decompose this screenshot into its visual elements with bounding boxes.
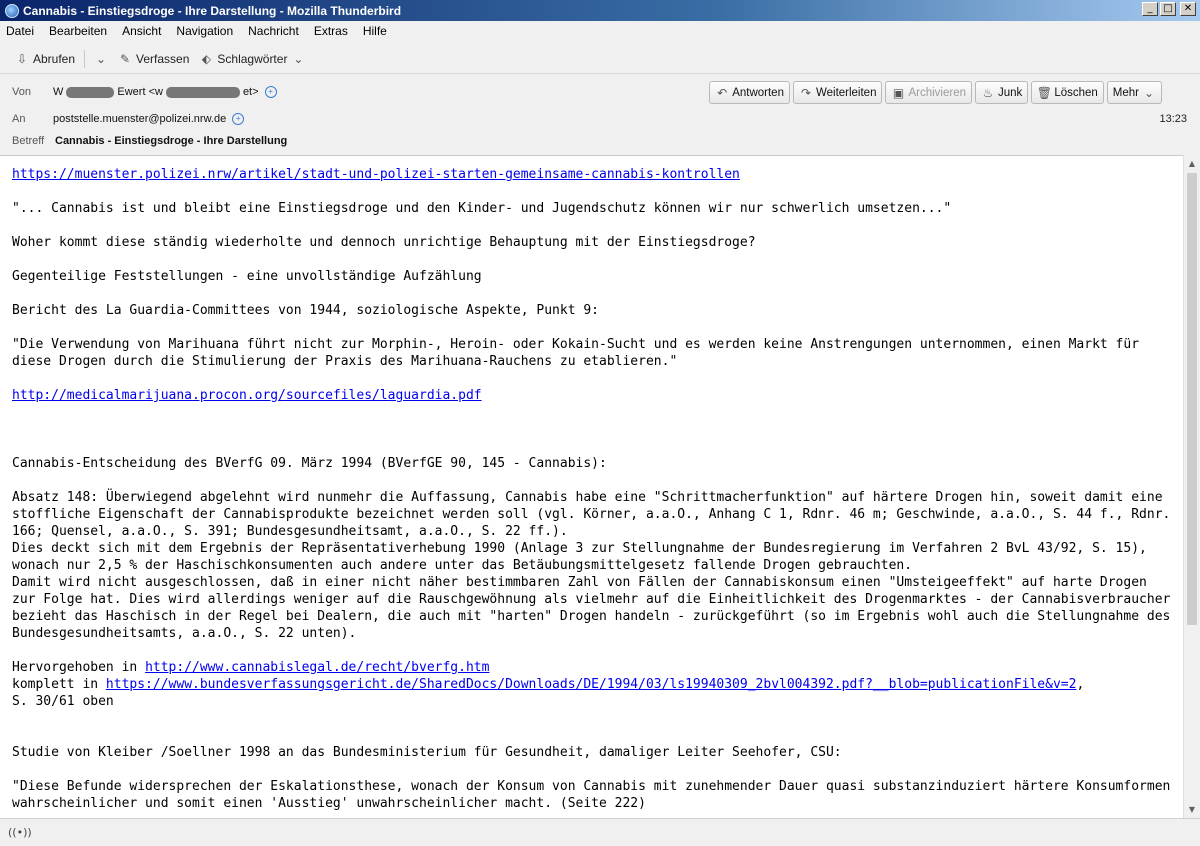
menu-bar: Datei Bearbeiten Ansicht Navigation Nach… <box>0 21 1200 41</box>
reply-label: Antworten <box>732 86 784 99</box>
chevron-down-icon: ⌄ <box>1143 85 1155 100</box>
title-bar: Cannabis - Einstiegsdroge - Ihre Darstel… <box>0 0 1200 21</box>
question-text: Woher kommt diese ständig wiederholte un… <box>12 235 756 250</box>
message-body[interactable]: https://muenster.polizei.nrw/artikel/sta… <box>0 155 1183 818</box>
get-messages-label: Abrufen <box>33 51 76 66</box>
write-label: Verfassen <box>136 51 190 66</box>
delete-label: Löschen <box>1054 86 1098 99</box>
chevron-down-icon: ⌄ <box>293 51 304 66</box>
chevron-down-icon: ⌄ <box>96 51 107 66</box>
more-label: Mehr <box>1112 86 1139 99</box>
vertical-scrollbar[interactable]: ▲ ▼ <box>1183 155 1200 818</box>
quote-police: "... Cannabis ist und bleibt eine Einsti… <box>12 201 952 216</box>
minimize-button[interactable]: _ <box>1142 2 1158 16</box>
get-messages-dropdown[interactable]: ⌄ <box>89 50 113 68</box>
subject-label: Betreff <box>12 135 45 147</box>
message-header: Von W Ewert <w et> + An poststelle.muenste… <box>0 75 1200 154</box>
highlight-prefix: Hervorgehoben in <box>12 660 146 675</box>
forward-label: Weiterleiten <box>815 86 877 99</box>
link-cannabislegal[interactable]: http://www.cannabislegal.de/recht/bverfg… <box>145 660 489 675</box>
laguardia-quote: "Die Verwendung von Marihuana führt nich… <box>12 337 1147 369</box>
write-button[interactable]: ✎ Verfassen <box>113 50 194 68</box>
forward-button[interactable]: ↷ Weiterleiten <box>792 81 883 104</box>
from-name-mid: Ewert <w <box>117 86 163 98</box>
redacted-block <box>165 86 240 98</box>
status-bar: ((•)) <box>0 818 1200 846</box>
link-bverfg-pdf[interactable]: https://www.bundesverfassungsgericht.de/… <box>106 677 1077 692</box>
menu-view[interactable]: Ansicht <box>122 24 161 38</box>
contact-icon[interactable]: + <box>264 86 277 98</box>
kleiber-intro: Studie von Kleiber /Soellner 1998 an das… <box>12 745 842 760</box>
pencil-icon: ✎ <box>120 51 131 66</box>
menu-message[interactable]: Nachricht <box>248 24 299 38</box>
page-reference: S. 30/61 oben <box>12 694 114 709</box>
link-suffix: , <box>1076 677 1085 692</box>
archive-icon: ▣ <box>892 85 905 100</box>
bverfg-intro: Cannabis-Entscheidung des BVerfG 09. Mär… <box>12 456 607 471</box>
download-icon: ⇩ <box>16 51 28 66</box>
contact-icon[interactable]: + <box>232 113 245 125</box>
reply-button[interactable]: ↶ Antworten <box>709 81 790 104</box>
scrollbar-thumb[interactable] <box>1187 173 1197 625</box>
kleiber-quote: "Diese Befunde widersprechen der Eskalat… <box>12 779 1179 811</box>
close-button[interactable]: ✕ <box>1180 2 1196 16</box>
message-text: https://muenster.polizei.nrw/artikel/sta… <box>12 166 1177 812</box>
flame-icon: ♨ <box>982 85 994 100</box>
redacted-block <box>66 86 115 98</box>
from-name-start: W <box>53 86 64 98</box>
reply-icon: ↶ <box>717 85 728 100</box>
wireless-icon[interactable]: ((•)) <box>8 826 32 839</box>
scroll-up-icon[interactable]: ▲ <box>1184 155 1200 172</box>
tags-label: Schlagwörter <box>217 51 288 66</box>
complete-prefix: komplett in <box>12 677 106 692</box>
window-controls: _ □ ✕ <box>1142 2 1196 16</box>
junk-button[interactable]: ♨ Junk <box>975 81 1029 104</box>
menu-help[interactable]: Hilfe <box>363 24 387 38</box>
menu-file[interactable]: Datei <box>6 24 34 38</box>
menu-tools[interactable]: Extras <box>314 24 348 38</box>
scroll-down-icon[interactable]: ▼ <box>1184 801 1200 818</box>
get-messages-button[interactable]: ⇩ Abrufen <box>10 50 80 68</box>
more-button[interactable]: Mehr ⌄ <box>1106 81 1162 104</box>
to-field[interactable]: poststelle.muenster@polizei.nrw.de + <box>53 113 245 125</box>
to-label: An <box>12 113 26 125</box>
tags-button[interactable]: ⬖ Schlagwörter ⌄ <box>194 50 310 68</box>
toolbar-divider <box>84 49 86 68</box>
section-heading: Gegenteilige Feststellungen - eine unvol… <box>12 269 482 284</box>
delete-button[interactable]: 🗑 Löschen <box>1031 81 1104 104</box>
menu-navigation[interactable]: Navigation <box>176 24 233 38</box>
from-label: Von <box>12 86 31 98</box>
archive-button[interactable]: ▣ Archivieren <box>885 81 973 104</box>
window-title: Cannabis - Einstiegsdroge - Ihre Darstel… <box>23 3 402 18</box>
subject-value: Cannabis - Einstiegsdroge - Ihre Darstel… <box>55 135 288 147</box>
trash-icon: 🗑 <box>1036 85 1052 100</box>
archive-label: Archivieren <box>908 86 967 99</box>
to-value: poststelle.muenster@polizei.nrw.de <box>53 113 227 125</box>
maximize-button[interactable]: □ <box>1160 2 1176 16</box>
laguardia-intro: Bericht des La Guardia-Committees von 19… <box>12 303 599 318</box>
message-time: 13:23 <box>1159 113 1187 125</box>
junk-label: Junk <box>998 86 1023 99</box>
menu-edit[interactable]: Bearbeiten <box>49 24 107 38</box>
bverfg-text: Absatz 148: Überwiegend abgelehnt wird n… <box>12 490 1171 641</box>
header-actions: ↶ Antworten ↷ Weiterleiten ▣ Archivieren… <box>709 81 1162 104</box>
thunderbird-icon <box>5 3 19 18</box>
link-police-article[interactable]: https://muenster.polizei.nrw/artikel/sta… <box>12 167 740 182</box>
from-name-end: et> <box>242 86 259 98</box>
link-laguardia-pdf[interactable]: http://medicalmarijuana.procon.org/sourc… <box>12 388 482 403</box>
from-field[interactable]: W Ewert <w et> + <box>53 86 277 98</box>
tag-icon: ⬖ <box>201 51 212 66</box>
forward-icon: ↷ <box>800 85 811 100</box>
main-toolbar: ⇩ Abrufen ⌄ ✎ Verfassen ⬖ Schlagwörter ⌄ <box>0 44 1200 74</box>
